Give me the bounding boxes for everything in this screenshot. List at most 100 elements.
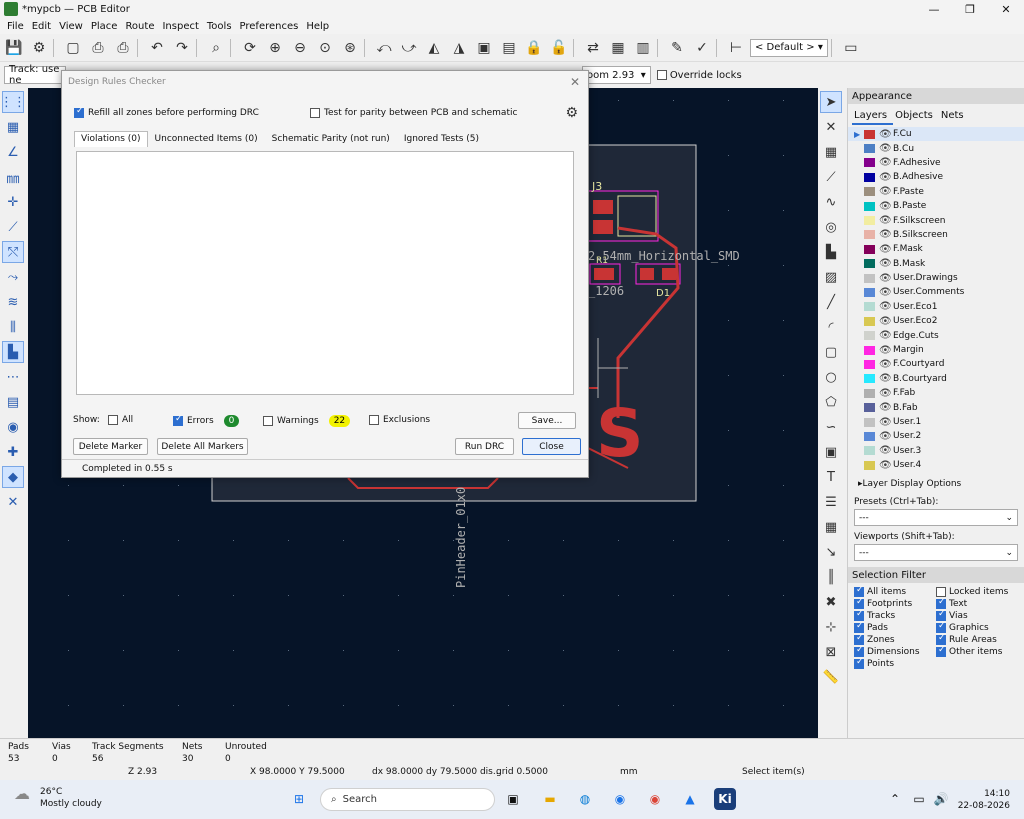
tab-layers[interactable]: Layers (852, 110, 894, 125)
weather-widget[interactable]: 26°C Mostly cloudy ☁ (14, 786, 102, 810)
high-contrast-icon[interactable]: ▤ (2, 391, 24, 413)
menu-edit[interactable]: Edit (28, 21, 55, 32)
layer-row[interactable]: 👁 User.Comments (848, 285, 1024, 299)
selection-filter-checkbox[interactable] (936, 597, 946, 610)
eye-icon[interactable]: 👁 (879, 201, 893, 212)
layer-color-swatch[interactable] (864, 273, 875, 283)
parity-checkbox[interactable] (310, 108, 320, 118)
menu-preferences[interactable]: Preferences (236, 21, 303, 32)
eye-icon[interactable]: 👁 (879, 417, 893, 428)
errors-option[interactable]: Errors 0 (173, 414, 240, 427)
footprint-browser-icon[interactable]: ▥ (632, 37, 654, 59)
layer-color-swatch[interactable] (864, 403, 875, 413)
exclusions-checkbox[interactable] (369, 415, 379, 425)
layer-row[interactable]: 👁 User.2 (848, 429, 1024, 443)
layer-row[interactable]: 👁 User.Drawings (848, 271, 1024, 285)
flip-icon[interactable]: ◭ (423, 37, 445, 59)
display-icon[interactable]: ▭ (908, 788, 930, 810)
maximize-button[interactable]: ❐ (952, 0, 988, 18)
minimize-button[interactable]: — (916, 0, 952, 18)
layer-row[interactable]: 👁 F.Adhesive (848, 156, 1024, 170)
tab-schematic-parity[interactable]: Schematic Parity (not run) (265, 131, 397, 147)
layer-color-swatch[interactable] (864, 287, 875, 297)
cursor-style-icon[interactable]: ✛ (2, 191, 24, 213)
eye-icon[interactable]: 👁 (879, 143, 893, 154)
eye-icon[interactable]: 👁 (879, 316, 893, 327)
viewports-select[interactable]: --- ⌄ (854, 544, 1018, 562)
eye-icon[interactable]: 👁 (879, 373, 893, 384)
route-track-icon[interactable]: ⟋ (820, 166, 842, 188)
selection-filter-checkbox[interactable] (854, 621, 864, 634)
selection-filter-item[interactable]: Points (854, 657, 936, 670)
zoom-in-icon[interactable]: ⊕ (264, 37, 286, 59)
eye-icon[interactable]: 👁 (879, 402, 893, 413)
redo-icon[interactable]: ↷ (171, 37, 193, 59)
eye-icon[interactable]: 👁 (879, 215, 893, 226)
selection-filter-checkbox[interactable] (854, 609, 864, 622)
layer-color-swatch[interactable] (864, 129, 875, 139)
eye-icon[interactable]: 👁 (879, 345, 893, 356)
mirror-icon[interactable]: ◮ (448, 37, 470, 59)
layer-row[interactable]: 👁 B.Fab (848, 400, 1024, 414)
lock-icon[interactable]: 🔒 (523, 37, 545, 59)
selection-filter-checkbox[interactable] (854, 657, 864, 670)
file-explorer-icon[interactable]: ▬ (539, 788, 561, 810)
eye-icon[interactable]: 👁 (879, 273, 893, 284)
layer-row[interactable]: 👁 F.Courtyard (848, 357, 1024, 371)
pad-j3-1[interactable] (593, 200, 613, 214)
eye-icon[interactable]: 👁 (879, 186, 893, 197)
draw-rectangle-icon[interactable]: ▢ (820, 341, 842, 363)
selection-filter-item[interactable]: Locked items (936, 587, 1018, 598)
ungroup-icon[interactable]: ▤ (498, 37, 520, 59)
measure-icon[interactable]: 📏 (820, 666, 842, 688)
menu-route[interactable]: Route (121, 21, 158, 32)
exclusions-option[interactable]: Exclusions (369, 415, 430, 425)
pad-d1-1[interactable] (640, 268, 654, 280)
layer-color-swatch[interactable] (864, 431, 875, 441)
eye-icon[interactable]: 👁 (879, 460, 893, 471)
properties-icon[interactable]: ✕ (2, 491, 24, 513)
show-all-checkbox[interactable] (108, 415, 118, 425)
menu-help[interactable]: Help (302, 21, 333, 32)
selection-filter-item[interactable]: Dimensions (854, 645, 936, 658)
selection-filter-item[interactable]: Graphics (936, 621, 1018, 634)
refill-zones-option[interactable]: Refill all zones before performing DRC (74, 106, 259, 118)
find-icon[interactable]: ⌕ (205, 37, 227, 59)
local-ratsnest-icon[interactable]: ✕ (820, 116, 842, 138)
layer-row[interactable]: 👁 User.Eco1 (848, 300, 1024, 314)
layer-color-swatch[interactable] (864, 374, 875, 384)
close-window-button[interactable]: ✕ (988, 0, 1024, 18)
add-table-icon[interactable]: ▦ (820, 516, 842, 538)
layer-color-swatch[interactable] (864, 144, 875, 154)
rotate-cw-icon[interactable]: ⤻ (398, 37, 420, 59)
pad-r1[interactable] (594, 268, 614, 280)
layer-color-swatch[interactable] (864, 359, 875, 369)
curved-ratsnest-icon[interactable]: ⤳ (2, 266, 24, 288)
layer-color-swatch[interactable] (864, 158, 875, 168)
selection-filter-checkbox[interactable] (936, 621, 946, 634)
layer-color-swatch[interactable] (864, 230, 875, 240)
group-icon[interactable]: ▣ (473, 37, 495, 59)
add-textbox-icon[interactable]: ☰ (820, 491, 842, 513)
layer-display-options[interactable]: ▸Layer Display Options (848, 479, 1024, 489)
presets-select[interactable]: --- ⌄ (854, 509, 1018, 527)
layer-row[interactable]: 👁 B.Courtyard (848, 372, 1024, 386)
eye-icon[interactable]: 👁 (879, 431, 893, 442)
scripting-console-icon[interactable]: ▭ (840, 37, 862, 59)
barcode-icon[interactable]: ║ (820, 566, 842, 588)
undo-icon[interactable]: ↶ (146, 37, 168, 59)
route-preset-icon[interactable]: ⊢ (725, 37, 747, 59)
layer-row[interactable]: 👁 Edge.Cuts (848, 328, 1024, 342)
polar-grid-icon[interactable]: ▦ (2, 116, 24, 138)
layer-color-swatch[interactable] (864, 216, 875, 226)
chevron-up-icon[interactable]: ⌃ (884, 788, 906, 810)
selection-filter-checkbox[interactable] (936, 645, 946, 658)
eye-icon[interactable]: 👁 (879, 359, 893, 370)
layer-color-swatch[interactable] (864, 302, 875, 312)
menu-inspect[interactable]: Inspect (158, 21, 202, 32)
layer-color-swatch[interactable] (864, 201, 875, 211)
units-mm-icon[interactable]: ㎜ (2, 166, 24, 188)
chrome-alt-icon[interactable]: ◉ (609, 788, 631, 810)
selection-filter-checkbox[interactable] (854, 633, 864, 646)
polar-coords-icon[interactable]: ∠ (2, 141, 24, 163)
